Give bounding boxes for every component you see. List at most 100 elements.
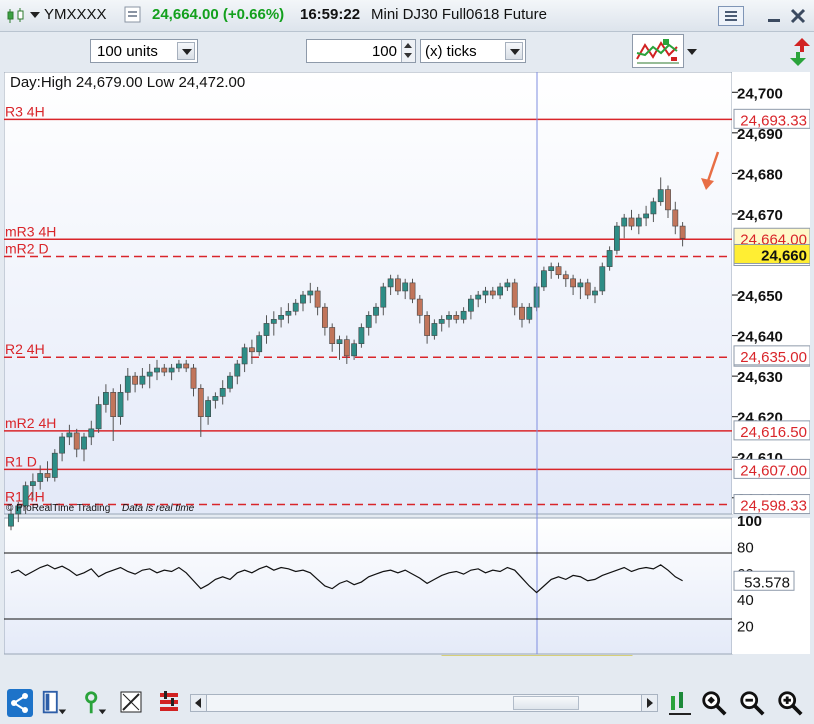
auto-trading-button[interactable]: [632, 34, 684, 68]
candle-body: [489, 290, 496, 296]
price-change: 24,664.00 (+0.66%): [152, 6, 285, 23]
price-panel[interactable]: [4, 72, 733, 515]
zoom-fit-icon[interactable]: [700, 688, 728, 718]
candle-body: [540, 270, 547, 288]
scroll-left-icon[interactable]: [191, 695, 207, 711]
close-icon[interactable]: [788, 6, 808, 26]
candle-body: [29, 481, 36, 486]
cursor-price-tag: 24,660: [761, 247, 807, 264]
candle-body: [358, 327, 365, 344]
zoom-out-icon[interactable]: [738, 688, 766, 718]
candle-body: [679, 225, 686, 239]
candle-body: [467, 298, 474, 312]
candle-body: [161, 367, 168, 373]
candle-body: [519, 306, 525, 320]
chevron-down-icon[interactable]: [505, 42, 523, 60]
candle-body: [511, 282, 518, 308]
units-select[interactable]: 100 units: [90, 39, 198, 63]
window-menu-button[interactable]: [718, 6, 744, 26]
price-tick-label: 24,640: [737, 329, 783, 346]
candle-body: [526, 306, 533, 320]
level-price-tag: 24,598.33: [740, 498, 807, 515]
candle-body: [497, 286, 503, 296]
candle-body: [205, 400, 211, 417]
buy-sell-arrows-icon[interactable]: [788, 32, 812, 72]
candle-body: [577, 282, 584, 288]
candlestick-chart-icon[interactable]: [6, 8, 26, 24]
candle-body: [672, 209, 679, 227]
candle-body: [365, 315, 372, 328]
candle-body: [146, 371, 153, 377]
spin-buttons[interactable]: [401, 40, 415, 62]
price-chart[interactable]: 24,70024,69024,68024,67024,65024,64024,6…: [4, 72, 810, 656]
candle-body: [438, 319, 445, 324]
minimize-icon[interactable]: [764, 6, 784, 26]
oscillator-tick-label: 100: [737, 513, 762, 530]
candle-body: [176, 363, 182, 369]
horizontal-scrollbar[interactable]: [190, 694, 658, 712]
price-tick-label: 24,670: [737, 207, 783, 224]
candle-body: [81, 436, 87, 450]
share-icon[interactable]: [6, 688, 34, 718]
order-toolbar: 100 units 100 (x) ticks: [0, 32, 814, 72]
candle-body: [343, 339, 350, 357]
candle-body: [402, 282, 409, 292]
candle-body: [394, 278, 401, 292]
last-update-time: 16:59:22: [300, 6, 361, 23]
price-tick-label: 24,630: [737, 369, 783, 386]
tag-icon[interactable]: [124, 6, 142, 24]
instrument-symbol[interactable]: YMXXXX: [44, 6, 107, 23]
auto-scale-icon[interactable]: [666, 688, 694, 718]
candle-body: [460, 310, 467, 320]
instrument-name: Mini DJ30 Full0618 Future: [371, 6, 547, 23]
candle-body: [373, 306, 379, 316]
level-label: R1 D: [5, 453, 37, 469]
candle-body: [110, 392, 117, 417]
level-label: mR2 D: [5, 241, 49, 257]
window-layout-icon[interactable]: [40, 688, 68, 718]
title-bar: YMXXXX 24,664.00 (+0.66%) 16:59:22 Mini …: [0, 0, 814, 32]
candle-body: [570, 278, 576, 288]
candle-body: [285, 310, 292, 316]
candle-body: [453, 315, 460, 320]
oscillator-panel[interactable]: [4, 517, 733, 655]
candle-body: [117, 392, 124, 417]
candle-body: [73, 432, 80, 450]
oscillator-value-label: 53.578: [744, 574, 790, 591]
chevron-down-icon[interactable]: [177, 42, 195, 60]
candle-body: [227, 375, 233, 389]
level-price-tag: 24,693.33: [740, 112, 807, 129]
scroll-thumb[interactable]: [513, 696, 579, 710]
settings-bars-icon[interactable]: [156, 688, 184, 718]
candle-body: [592, 290, 598, 296]
price-tick-label: 24,650: [737, 288, 783, 305]
candle-body: [270, 319, 277, 324]
level-label: R2 4H: [5, 341, 45, 357]
quantity-stepper[interactable]: 100: [306, 39, 416, 63]
candle-body: [59, 436, 65, 454]
menu-icon: [725, 11, 737, 21]
candle-body: [475, 294, 482, 300]
candle-body: [548, 266, 555, 271]
chevron-down-icon[interactable]: [685, 40, 699, 62]
candle-body: [635, 217, 642, 227]
candle-body: [183, 363, 190, 369]
drawing-tools-icon[interactable]: [118, 688, 146, 718]
oscillator-tick-label: 40: [737, 592, 754, 609]
candle-body: [380, 286, 387, 308]
candle-body: [431, 323, 438, 336]
candle-body: [88, 428, 95, 438]
candle-body: [51, 452, 58, 478]
copyright-label: © ProRealTime Trading: [6, 503, 110, 514]
indicator-icon[interactable]: [80, 688, 108, 718]
scroll-right-icon[interactable]: [641, 695, 657, 711]
chevron-down-icon[interactable]: [30, 10, 40, 20]
candle-body: [409, 282, 416, 300]
ticks-mode-select[interactable]: (x) ticks: [420, 39, 526, 63]
candle-body: [37, 473, 44, 482]
candle-body: [387, 278, 394, 288]
candle-body: [234, 363, 241, 377]
strategy-chart-icon: [636, 39, 679, 64]
price-tick-label: 24,680: [737, 166, 783, 183]
zoom-in-icon[interactable]: [776, 688, 804, 718]
